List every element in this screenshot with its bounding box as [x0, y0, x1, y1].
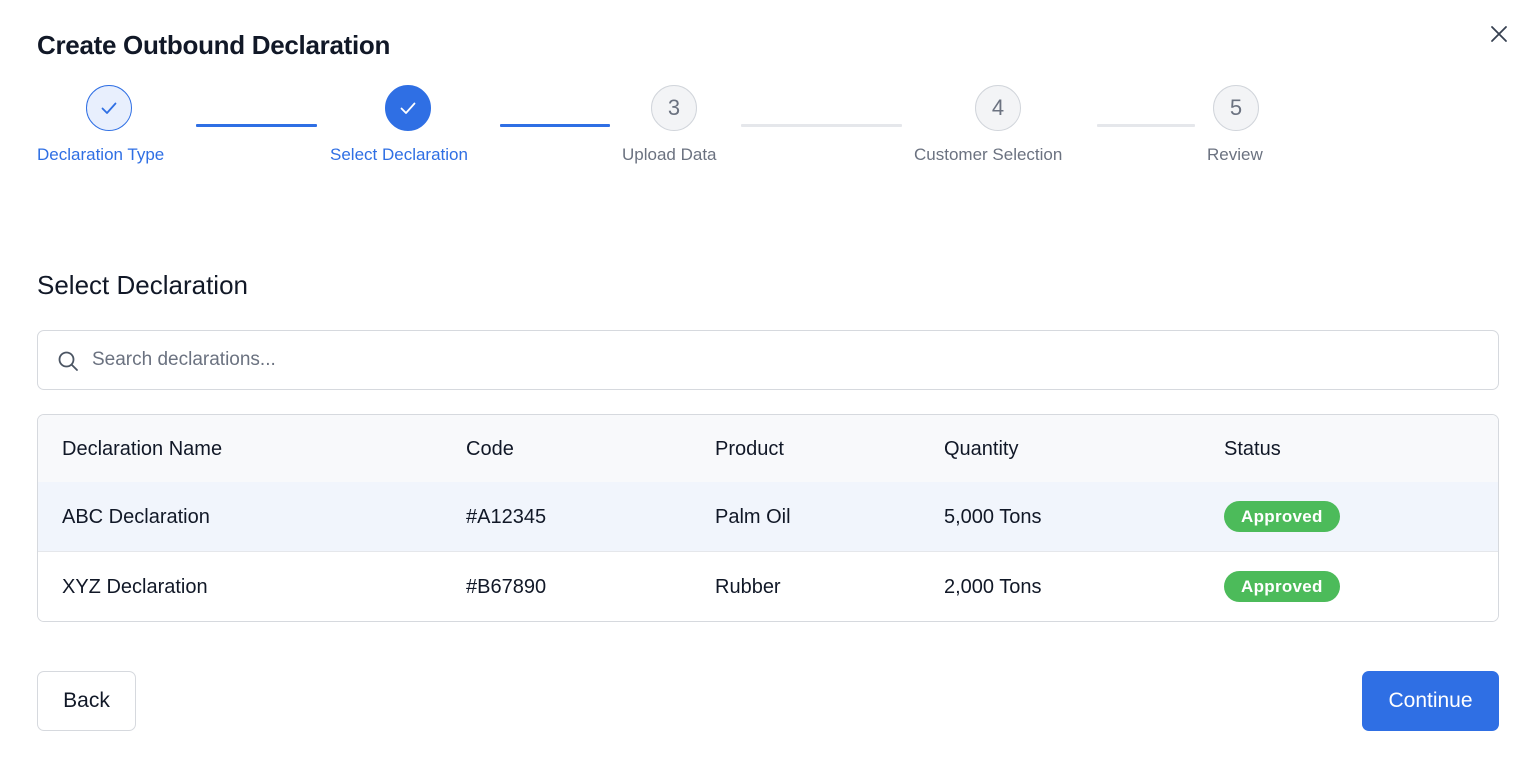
status-badge: Approved	[1224, 501, 1340, 532]
code-cell: #A12345	[466, 506, 547, 528]
search-input[interactable]	[92, 331, 1472, 389]
column-header-quantity[interactable]: Quantity	[944, 438, 1018, 461]
step-connector-3	[741, 124, 902, 127]
close-icon	[1491, 26, 1507, 42]
table-row[interactable]: XYZ Declaration #B67890 Rubber 2,000 Ton…	[38, 552, 1498, 621]
product-cell: Rubber	[715, 576, 781, 598]
step-3-indicator[interactable]: 3	[651, 85, 697, 131]
step-2-indicator[interactable]	[385, 85, 431, 131]
search-box[interactable]	[37, 330, 1499, 390]
check-icon	[101, 102, 117, 114]
column-header-declaration-name[interactable]: Declaration Name	[62, 438, 222, 461]
continue-button[interactable]: Continue	[1362, 671, 1499, 731]
step-connector-2	[500, 124, 610, 127]
create-outbound-declaration-dialog: Create Outbound Declaration Declaration …	[0, 0, 1534, 762]
step-1-indicator[interactable]	[86, 85, 132, 131]
declarations-table: Declaration Name Code Product Quantity S…	[37, 414, 1499, 622]
declaration-name-cell: XYZ Declaration	[62, 576, 208, 598]
close-button[interactable]	[1484, 19, 1514, 49]
column-header-product[interactable]: Product	[715, 438, 784, 461]
quantity-cell: 5,000 Tons	[944, 506, 1042, 528]
step-5-number: 5	[1229, 95, 1243, 120]
table-header: Declaration Name Code Product Quantity S…	[38, 415, 1498, 483]
back-button[interactable]: Back	[37, 671, 136, 731]
product-cell: Palm Oil	[715, 506, 791, 528]
step-3-number: 3	[667, 95, 681, 120]
step-3-label[interactable]: Upload Data	[622, 145, 717, 165]
step-2-label[interactable]: Select Declaration	[330, 145, 468, 165]
step-5-label[interactable]: Review	[1207, 145, 1263, 165]
status-badge: Approved	[1224, 571, 1340, 602]
section-title: Select Declaration	[37, 270, 248, 300]
step-4-label[interactable]: Customer Selection	[914, 145, 1062, 165]
step-1-label[interactable]: Declaration Type	[37, 145, 164, 165]
code-cell: #B67890	[466, 576, 547, 598]
step-connector-1	[196, 124, 317, 127]
search-icon	[58, 351, 78, 371]
column-header-status[interactable]: Status	[1224, 438, 1281, 461]
step-4-indicator[interactable]: 4	[975, 85, 1021, 131]
step-connector-4	[1097, 124, 1195, 127]
dialog-title: Create Outbound Declaration	[37, 30, 391, 60]
column-header-code[interactable]: Code	[466, 438, 514, 461]
check-icon	[400, 102, 416, 114]
step-5-indicator[interactable]: 5	[1213, 85, 1259, 131]
declaration-name-cell: ABC Declaration	[62, 506, 210, 528]
table-row[interactable]: ABC Declaration #A12345 Palm Oil 5,000 T…	[38, 482, 1498, 552]
step-4-number: 4	[991, 95, 1005, 120]
quantity-cell: 2,000 Tons	[944, 576, 1042, 598]
